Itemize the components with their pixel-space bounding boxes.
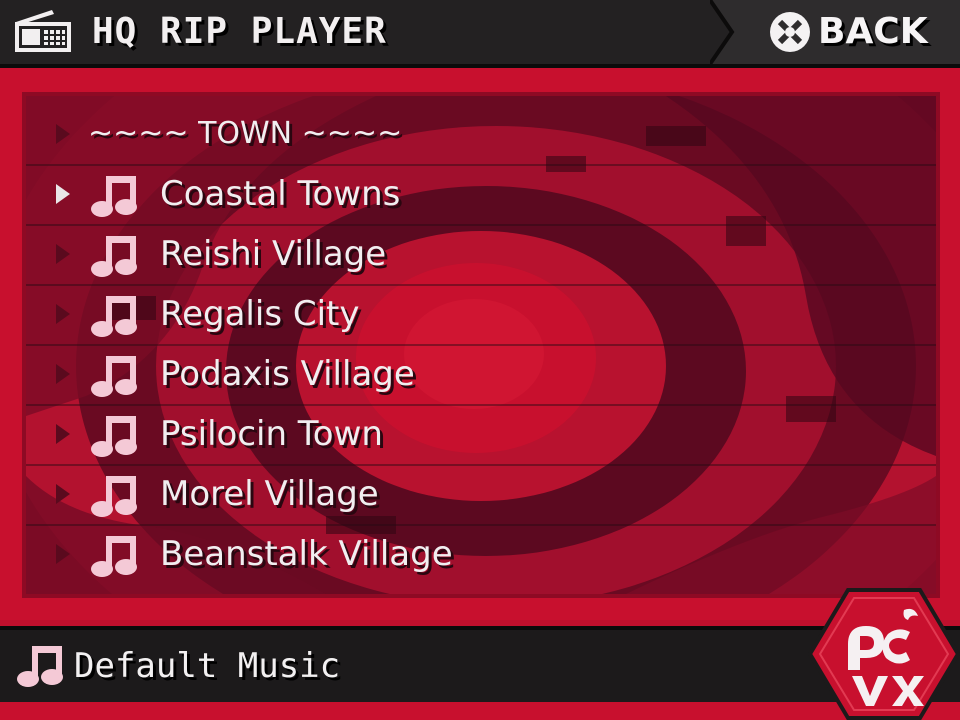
list-item[interactable]: Podaxis Village <box>26 344 936 406</box>
track-label: Regalis City <box>160 294 360 334</box>
list-item[interactable]: Psilocin Town <box>26 404 936 466</box>
music-note-icon <box>91 536 137 577</box>
list-item[interactable]: Regalis City <box>26 284 936 346</box>
back-label: BACK <box>818 11 928 52</box>
track-label: Coastal Towns <box>160 174 401 214</box>
header-bar: HQ RIP PLAYER BACK <box>0 0 960 68</box>
arrow-right-icon <box>56 364 70 384</box>
selection-arrow-icon <box>56 184 70 204</box>
list-item[interactable]: Coastal Towns <box>26 164 936 226</box>
list-item[interactable]: Morel Village <box>26 464 936 526</box>
arrow-right-icon <box>56 244 70 264</box>
music-note-icon <box>91 236 137 277</box>
track-label: Psilocin Town <box>160 414 383 454</box>
header-title-area: HQ RIP PLAYER <box>0 0 710 64</box>
list-item[interactable]: Reishi Village <box>26 224 936 286</box>
current-music-label: Default Music <box>74 646 341 686</box>
arrow-right-icon <box>56 484 70 504</box>
pico-vax-logo <box>808 588 960 720</box>
track-label: Beanstalk Village <box>160 534 453 574</box>
arrow-right-icon <box>56 124 70 144</box>
list-section-header: ~~~~ TOWN ~~~~ <box>26 104 936 166</box>
track-label: Morel Village <box>160 474 379 514</box>
music-note-icon <box>91 356 137 397</box>
game-screen: HQ RIP PLAYER BACK ~~~~ TOWN ~~~~ Coasta… <box>0 0 960 720</box>
arrow-right-icon <box>56 544 70 564</box>
section-header-label: ~~~~ TOWN ~~~~ <box>88 116 403 151</box>
radio-icon <box>15 10 71 52</box>
music-note-icon <box>91 176 137 217</box>
music-note-icon <box>91 416 137 457</box>
back-button[interactable]: BACK <box>710 0 960 64</box>
x-button-icon <box>770 12 810 52</box>
list-item[interactable]: Beanstalk Village <box>26 524 936 584</box>
music-note-icon <box>91 476 137 517</box>
arrow-right-icon <box>56 424 70 444</box>
track-label: Podaxis Village <box>160 354 415 394</box>
music-note-icon <box>91 296 137 337</box>
track-list-panel: ~~~~ TOWN ~~~~ Coastal Towns Reishi Vill… <box>22 92 940 598</box>
track-list: ~~~~ TOWN ~~~~ Coastal Towns Reishi Vill… <box>26 96 936 594</box>
music-note-icon <box>17 646 63 687</box>
arrow-right-icon <box>56 304 70 324</box>
track-label: Reishi Village <box>160 234 387 274</box>
page-title: HQ RIP PLAYER <box>92 11 387 52</box>
